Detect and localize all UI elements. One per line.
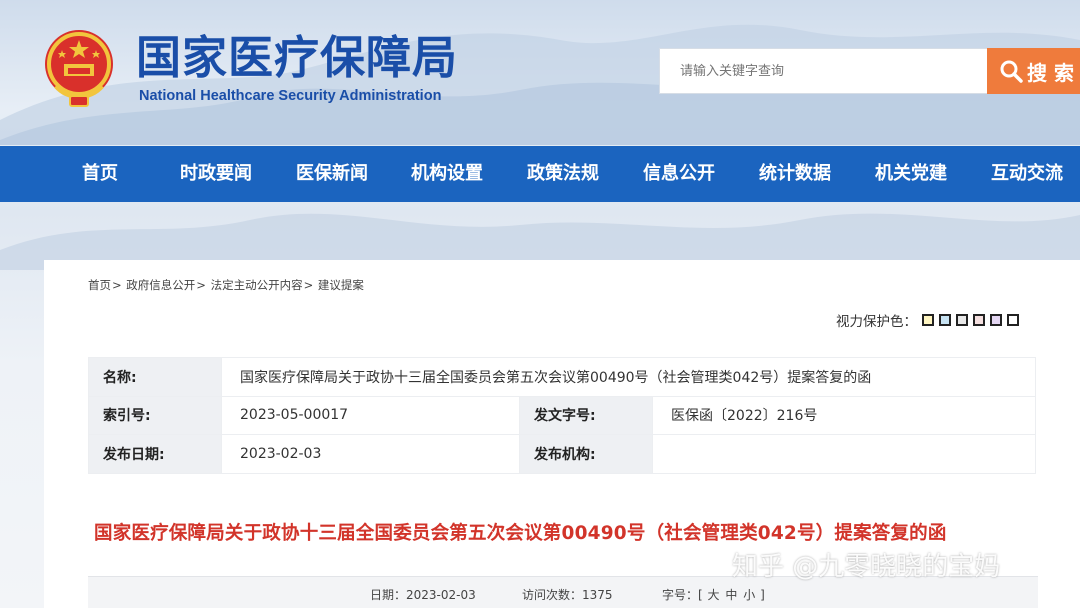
docno-value: 医保函〔2022〕216号 [652,395,1036,435]
color-swatch-purple[interactable] [990,314,1002,326]
site-logo-chinese[interactable]: 国家医疗保障局 [136,30,458,86]
breadcrumb-separator: > [196,278,206,292]
index-value: 2023-05-00017 [221,395,520,435]
national-emblem-icon [45,30,113,107]
color-swatch-gray[interactable] [956,314,968,326]
nav-item-interaction[interactable]: 互动交流 [991,146,1063,202]
publish-date: 日期：2023-02-03 [370,586,476,603]
nav-item-home[interactable]: 首页 [82,146,118,202]
search-icon [1000,60,1023,83]
breadcrumb-separator: > [303,278,314,292]
nav-item-policies[interactable]: 政策法规 [527,146,599,202]
search-input[interactable] [659,48,989,94]
nav-item-information-disclosure[interactable]: 信息公开 [643,146,715,202]
docno-label: 发文字号: [519,395,653,435]
main-nav: 首页 时政要闻 医保新闻 机构设置 政策法规 信息公开 统计数据 机关党建 互动… [0,146,1080,202]
font-size-small-button[interactable]: 小 [743,588,755,602]
index-label: 索引号: [88,395,222,435]
visit-count: 访问次数：1375 [522,586,613,603]
nav-item-statistics[interactable]: 统计数据 [759,146,831,202]
visit-count-label: 访问次数： [522,588,583,602]
name-label: 名称: [88,357,222,397]
document-title: 国家医疗保障局关于政协十三届全国委员会第五次会议第00490号（社会管理类042… [94,523,947,544]
breadcrumb: 首页> 政府信息公开> 法定主动公开内容> 建议提案 [88,277,365,293]
search-button[interactable]: 搜 索 [987,48,1080,94]
publish-date-label: 日期： [370,588,407,602]
breadcrumb-proposals[interactable]: 建议提案 [318,278,364,292]
font-size-control: 字号：[ 大 中 小 ] [662,586,765,603]
table-row: 索引号: 2023-05-00017 发文字号: 医保函〔2022〕216号 [88,395,1036,435]
name-value: 国家医疗保障局关于政协十三届全国委员会第五次会议第00490号（社会管理类042… [221,357,1036,397]
site-header: 国家医疗保障局 National Healthcare Security Adm… [0,0,1080,145]
breadcrumb-statutory-content[interactable]: 法定主动公开内容 [211,278,303,292]
bracket-close: ] [760,588,765,602]
document-metadata-table: 名称: 国家医疗保障局关于政协十三届全国委员会第五次会议第00490号（社会管理… [88,357,1036,474]
visit-count-value: 1375 [582,588,613,602]
font-size-medium-button[interactable]: 中 [725,588,737,602]
font-size-large-button[interactable]: 大 [708,588,720,602]
table-row: 发布日期: 2023-02-03 发布机构: [88,434,1036,474]
zhihu-watermark: 知乎 @九零晓晓的宝妈 [732,552,1001,582]
nav-item-current-affairs[interactable]: 时政要闻 [180,146,252,202]
org-value [652,434,1036,474]
search-button-label: 搜 索 [1027,60,1074,85]
color-swatch-pink[interactable] [973,314,985,326]
vision-protection-colors: 视力保护色： [836,310,1019,330]
color-swatch-yellow[interactable] [922,314,934,326]
vision-protection-label: 视力保护色： [836,314,917,330]
nav-item-medical-insurance-news[interactable]: 医保新闻 [296,146,368,202]
org-label: 发布机构: [519,434,653,474]
publish-date-value: 2023-02-03 [406,588,476,602]
bracket-open: [ [698,588,703,602]
site-logo-english[interactable]: National Healthcare Security Administrat… [139,88,441,104]
date-label: 发布日期: [88,434,222,474]
breadcrumb-home[interactable]: 首页 [88,278,111,292]
breadcrumb-separator: > [112,278,122,292]
font-size-label: 字号： [662,588,699,602]
nav-item-organization[interactable]: 机构设置 [411,146,483,202]
nav-item-party-building[interactable]: 机关党建 [875,146,947,202]
color-swatch-white[interactable] [1007,314,1019,326]
date-value: 2023-02-03 [221,434,520,474]
table-row: 名称: 国家医疗保障局关于政协十三届全国委员会第五次会议第00490号（社会管理… [88,357,1036,397]
color-swatch-blue[interactable] [939,314,951,326]
breadcrumb-gov-info[interactable]: 政府信息公开 [126,278,195,292]
